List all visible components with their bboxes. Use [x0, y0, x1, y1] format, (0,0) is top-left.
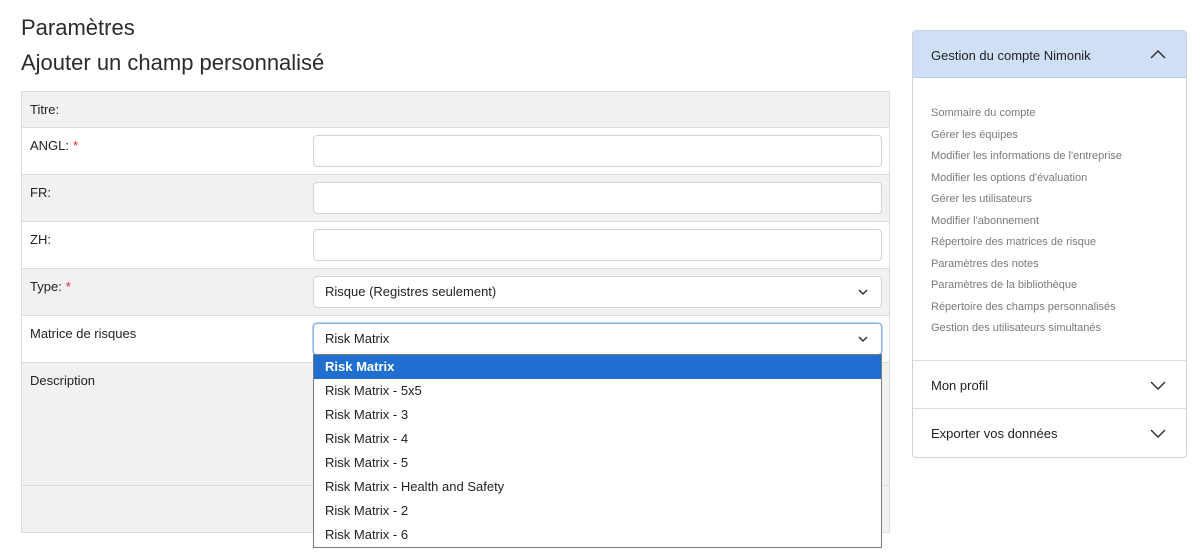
form-row-type: Type: * Risque (Registres seulement)	[22, 269, 889, 316]
sidebar-link-manage-users[interactable]: Gérer les utilisateurs	[931, 189, 1168, 211]
matrix-option[interactable]: Risk Matrix - 2	[314, 499, 881, 523]
chevron-down-icon	[858, 336, 868, 343]
matrix-option[interactable]: Risk Matrix - 3	[314, 403, 881, 427]
matrix-option[interactable]: Risk Matrix - 5x5	[314, 379, 881, 403]
zh-label: ZH:	[30, 232, 51, 247]
type-label: Type:	[30, 279, 62, 294]
chevron-down-icon	[858, 289, 868, 296]
title-label: Titre:	[30, 102, 60, 117]
zh-input[interactable]	[313, 229, 882, 261]
account-section-header[interactable]: Gestion du compte Nimonik	[913, 31, 1186, 78]
matrix-option[interactable]: Risk Matrix - Health and Safety	[314, 475, 881, 499]
page-title: Paramètres	[21, 15, 135, 40]
type-label-cell: Type: *	[22, 269, 313, 315]
angl-label: ANGL:	[30, 138, 70, 153]
export-section-header[interactable]: Exporter vos données	[913, 409, 1186, 457]
form-row-title: Titre:	[22, 92, 889, 128]
matrix-option[interactable]: Risk Matrix - 6	[314, 523, 881, 547]
form-row-angl: ANGL: *	[22, 128, 889, 175]
sidebar-link-company-info[interactable]: Modifier les informations de l'entrepris…	[931, 146, 1168, 168]
page-subtitle: Ajouter un champ personnalisé	[21, 50, 325, 75]
fr-label: FR:	[30, 185, 51, 200]
form-row-fr: FR:	[22, 175, 889, 222]
type-select[interactable]: Risque (Registres seulement)	[313, 276, 882, 308]
fr-input[interactable]	[313, 182, 882, 214]
type-select-value: Risque (Registres seulement)	[325, 284, 497, 299]
sidebar-link-manage-teams[interactable]: Gérer les équipes	[931, 125, 1168, 147]
export-section-title: Exporter vos données	[931, 425, 1058, 441]
matrix-option[interactable]: Risk Matrix	[314, 355, 881, 379]
account-sidebar: Gestion du compte Nimonik Sommaire du co…	[912, 30, 1187, 458]
sidebar-link-library-settings[interactable]: Paramètres de la bibliothèque	[931, 275, 1168, 297]
sidebar-link-subscription[interactable]: Modifier l'abonnement	[931, 211, 1168, 233]
matrix-select[interactable]: Risk Matrix	[313, 323, 882, 355]
account-links: Sommaire du compte Gérer les équipes Mod…	[913, 78, 1186, 361]
matrix-option[interactable]: Risk Matrix - 5	[314, 451, 881, 475]
chevron-down-icon	[1150, 380, 1166, 390]
description-label: Description	[30, 373, 96, 388]
angl-label-cell: ANGL: *	[22, 128, 313, 174]
form-row-zh: ZH:	[22, 222, 889, 269]
matrix-option[interactable]: Risk Matrix - 4	[314, 427, 881, 451]
sidebar-link-notes-settings[interactable]: Paramètres des notes	[931, 254, 1168, 276]
sidebar-link-evaluation-options[interactable]: Modifier les options d'évaluation	[931, 168, 1168, 190]
required-marker: *	[73, 138, 79, 153]
matrix-label: Matrice de risques	[30, 326, 137, 341]
chevron-down-icon	[1150, 428, 1166, 438]
required-marker: *	[65, 279, 71, 294]
account-section-title: Gestion du compte Nimonik	[931, 48, 1091, 63]
matrix-select-value: Risk Matrix	[325, 331, 390, 346]
angl-input[interactable]	[313, 135, 882, 167]
sidebar-link-account-summary[interactable]: Sommaire du compte	[931, 103, 1168, 125]
sidebar-link-concurrent-users[interactable]: Gestion des utilisateurs simultanés	[931, 318, 1168, 340]
profile-section-title: Mon profil	[931, 377, 989, 393]
profile-section-header[interactable]: Mon profil	[913, 361, 1186, 409]
chevron-up-icon	[1150, 49, 1166, 59]
matrix-dropdown-list: Risk Matrix Risk Matrix - 5x5 Risk Matri…	[313, 354, 882, 548]
sidebar-link-custom-fields[interactable]: Répertoire des champs personnalisés	[931, 297, 1168, 319]
sidebar-link-risk-matrices[interactable]: Répertoire des matrices de risque	[931, 232, 1168, 254]
